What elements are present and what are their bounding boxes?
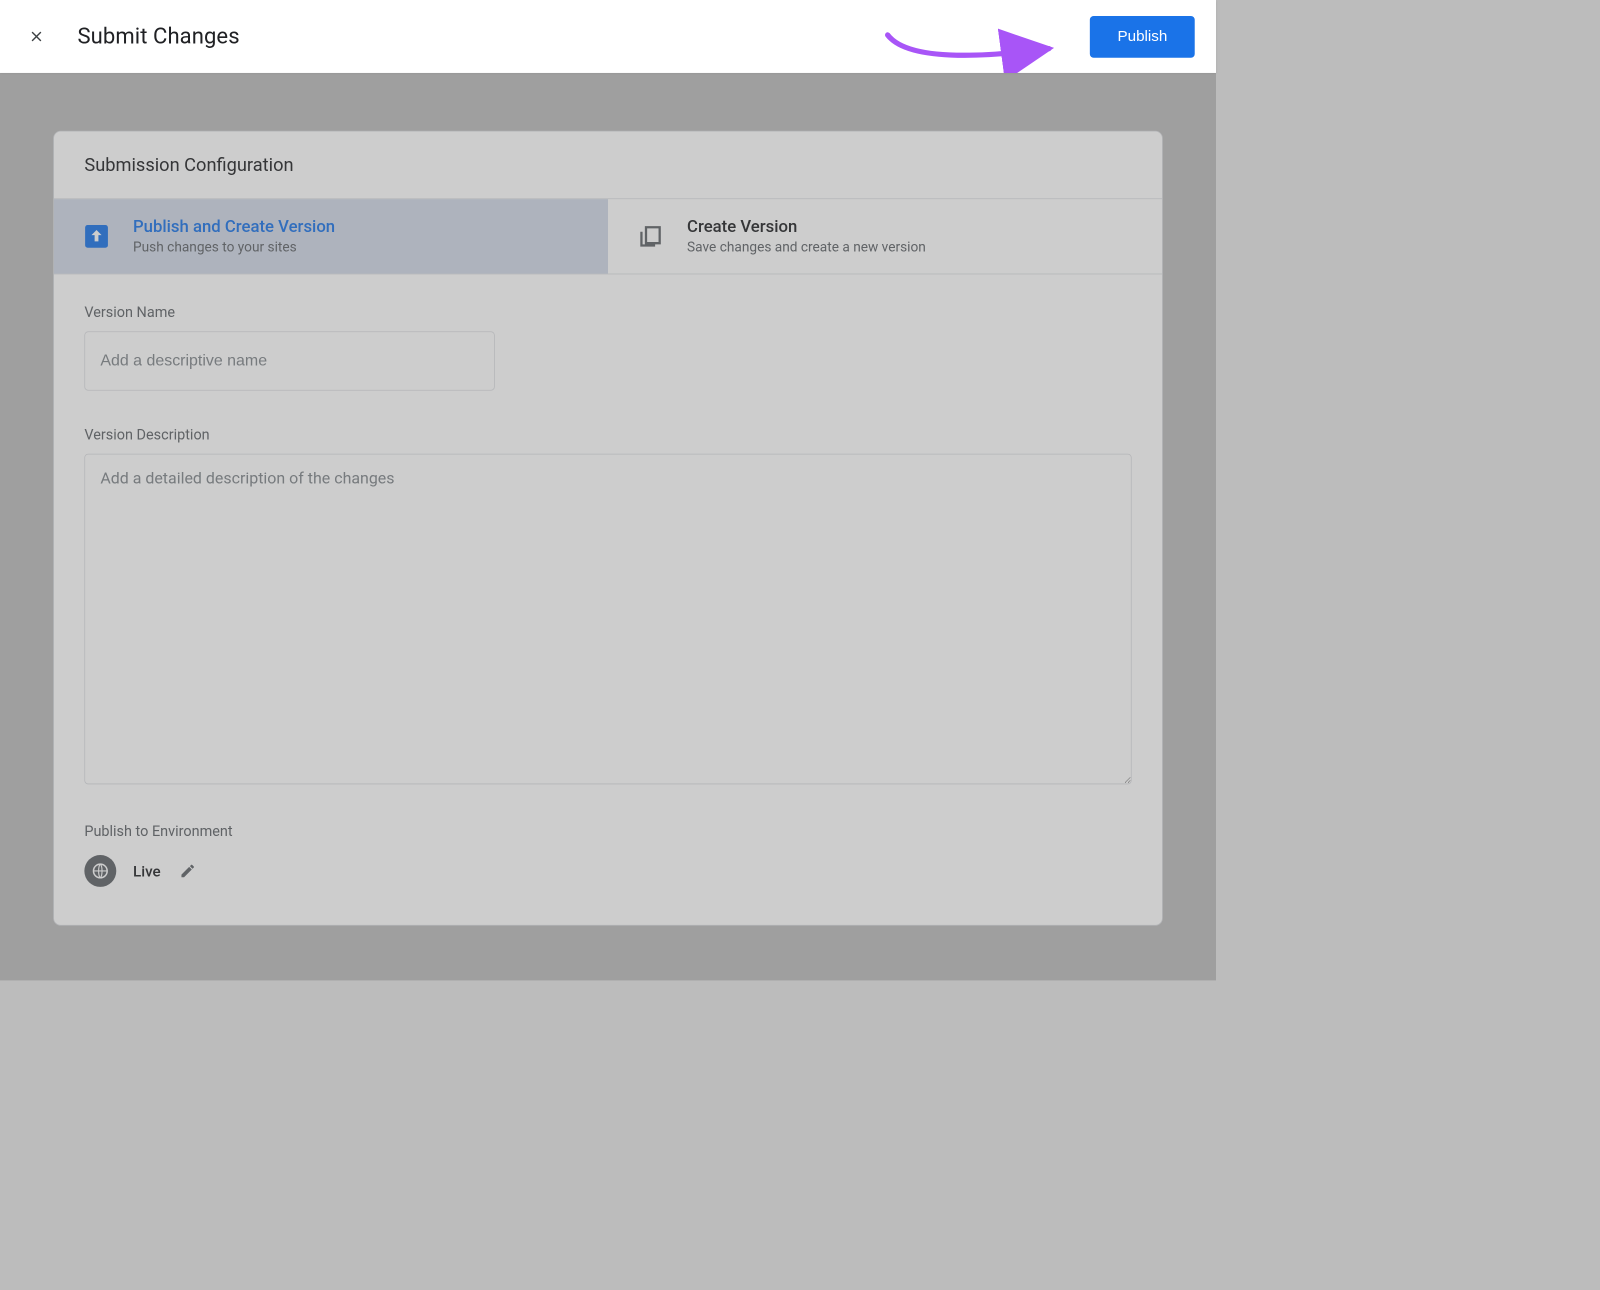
tab-create-title: Create Version	[687, 217, 926, 236]
copy-icon	[635, 221, 665, 251]
annotation-arrow	[882, 27, 1064, 73]
upload-icon	[81, 221, 111, 251]
version-name-input[interactable]	[84, 331, 494, 390]
environment-row: Live	[84, 855, 1131, 887]
pencil-icon	[180, 863, 197, 880]
environment-value: Live	[133, 862, 161, 880]
close-button[interactable]	[21, 21, 51, 51]
dialog-content: Submission Configuration Publish and Cre…	[0, 73, 1216, 949]
form-section: Version Name Version Description Publish…	[54, 274, 1162, 925]
edit-environment-button[interactable]	[177, 860, 198, 881]
tab-create-version[interactable]: Create Version Save changes and create a…	[608, 199, 1162, 273]
globe-icon	[84, 855, 116, 887]
tab-publish-title: Publish and Create Version	[133, 217, 335, 236]
card-title: Submission Configuration	[54, 131, 1162, 199]
submission-card: Submission Configuration Publish and Cre…	[53, 131, 1163, 926]
tab-create-subtitle: Save changes and create a new version	[687, 239, 926, 255]
tab-publish-and-create[interactable]: Publish and Create Version Push changes …	[54, 199, 608, 273]
submission-tabs: Publish and Create Version Push changes …	[54, 199, 1162, 274]
version-description-input[interactable]	[84, 454, 1131, 785]
close-icon	[28, 28, 45, 45]
dialog-title: Submit Changes	[78, 24, 240, 50]
tab-publish-subtitle: Push changes to your sites	[133, 239, 335, 255]
version-name-label: Version Name	[84, 303, 1131, 320]
dialog-header: Submit Changes Publish	[0, 0, 1216, 73]
publish-environment-label: Publish to Environment	[84, 822, 1131, 839]
version-description-label: Version Description	[84, 426, 1131, 443]
publish-button[interactable]: Publish	[1090, 16, 1195, 58]
